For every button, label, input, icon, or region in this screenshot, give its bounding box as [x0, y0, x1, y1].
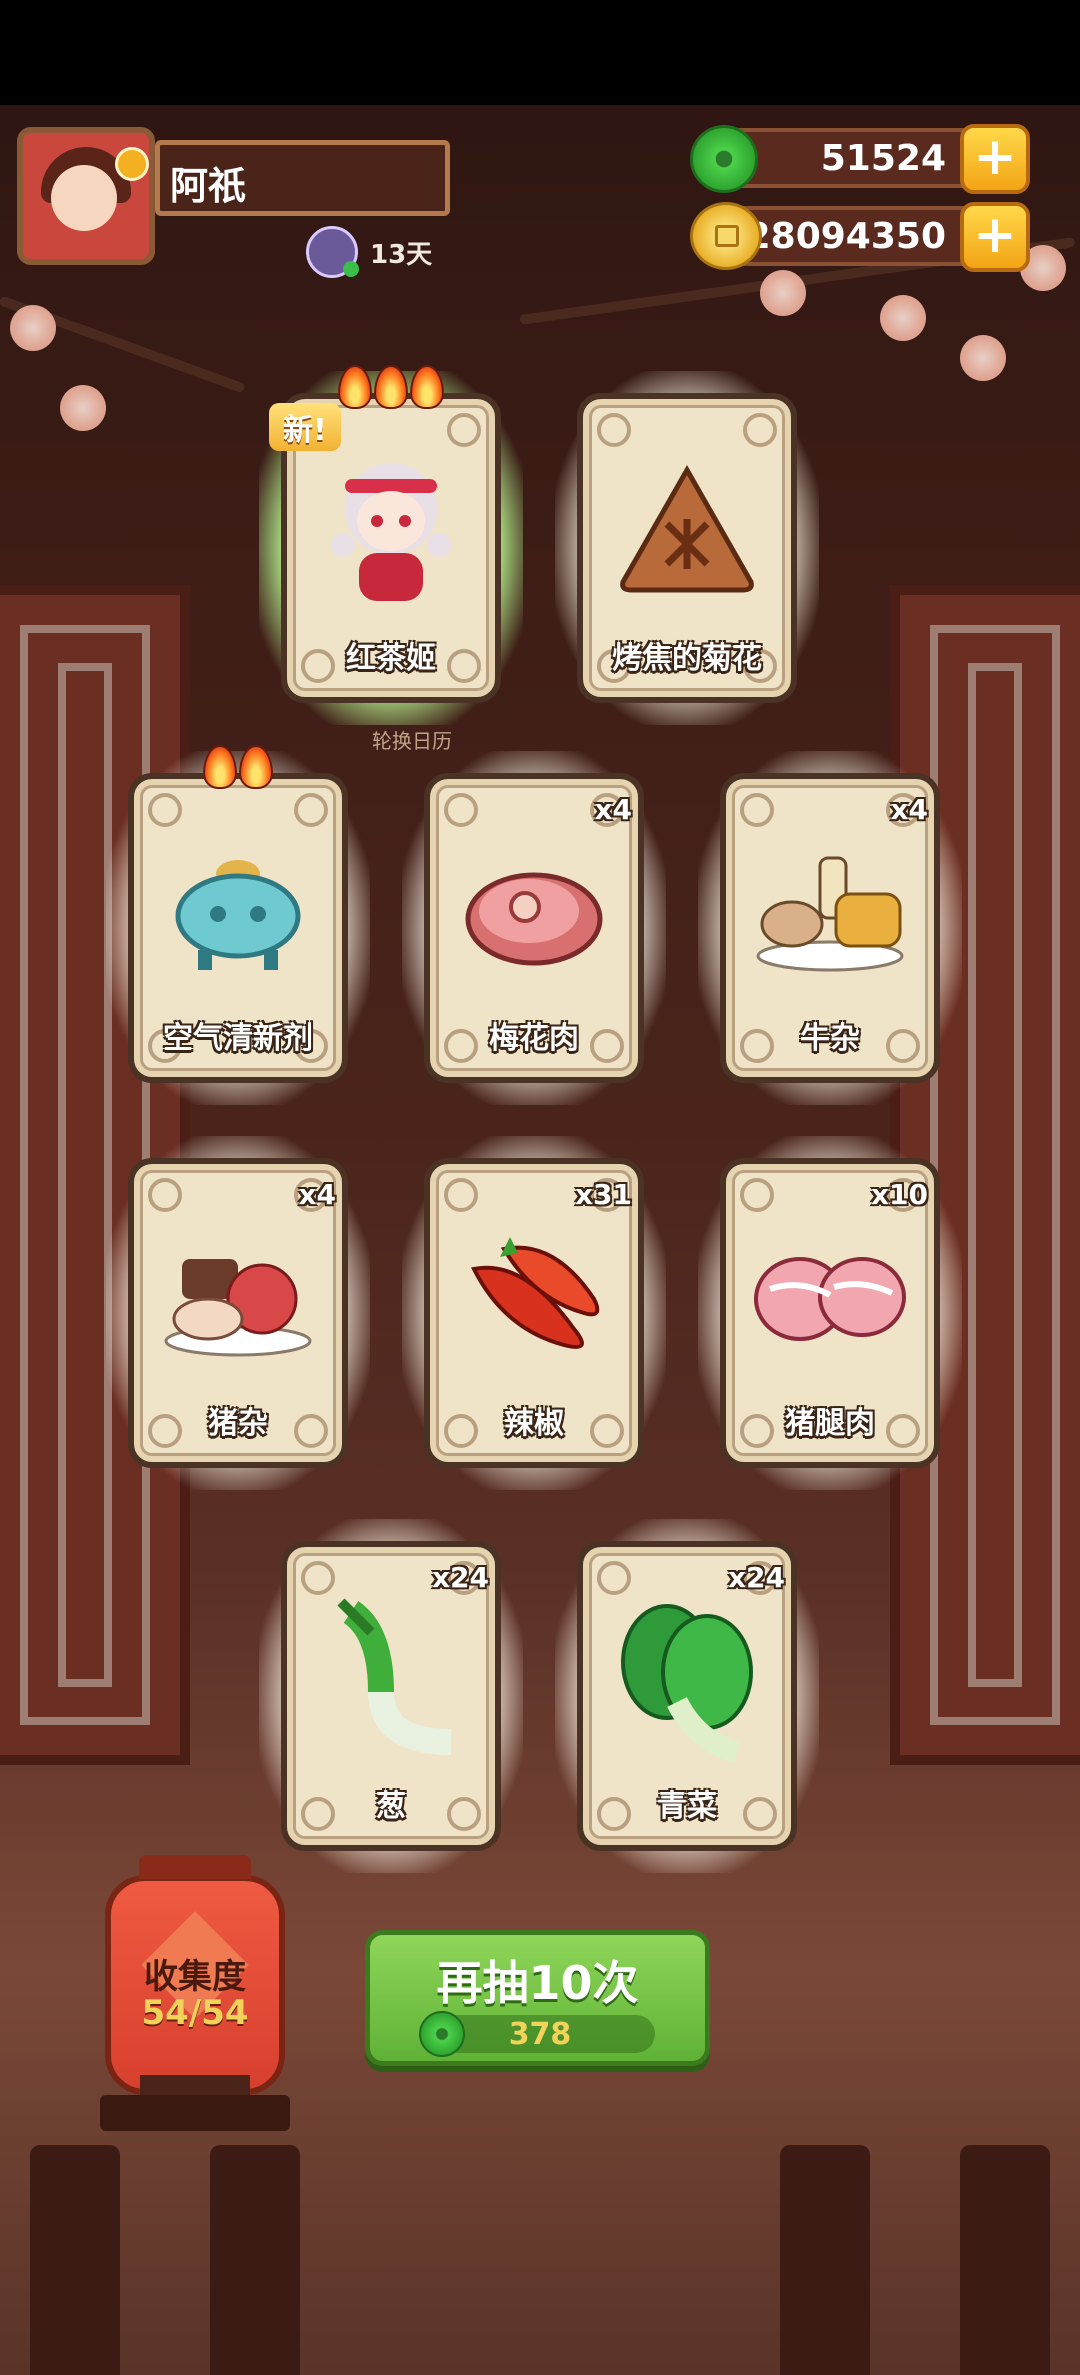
- character-icon: [331, 463, 451, 602]
- status-bar: [0, 0, 1080, 105]
- draw-cost-value: 378: [508, 2017, 572, 2052]
- jade-amount: 51524: [820, 138, 946, 179]
- card-count: x4: [594, 793, 632, 826]
- pork-shoulder-icon: [465, 872, 603, 966]
- card-count: x4: [890, 793, 928, 826]
- reward-card[interactable]: 新! 红茶姬: [259, 365, 523, 725]
- card-label: 烤焦的菊花: [612, 641, 762, 676]
- draw-again-button[interactable]: 再抽10次 378: [365, 1930, 710, 2066]
- card-label: 青菜: [657, 1789, 717, 1824]
- reward-card[interactable]: x31 辣椒: [402, 1136, 666, 1490]
- add-gold-button[interactable]: +: [960, 202, 1030, 272]
- draw-again-label: 再抽10次: [436, 1956, 639, 2010]
- flame-icon: [410, 365, 444, 409]
- bok-choy-icon: [621, 1604, 753, 1763]
- calendar-caption: 轮换日历: [372, 729, 452, 753]
- draw-cost: 378: [419, 2011, 655, 2057]
- card-count: x24: [727, 1561, 785, 1594]
- card-label: 红茶姬: [346, 641, 436, 676]
- player-name-plate: 阿祇: [155, 140, 450, 216]
- reward-card[interactable]: x10 猪腿肉: [698, 1136, 962, 1490]
- beef-offal-icon: [756, 856, 904, 972]
- flame-icon: [338, 365, 372, 409]
- login-days: 13天: [306, 226, 433, 278]
- gold-coin-icon: [690, 202, 762, 270]
- new-badge: 新!: [269, 403, 341, 451]
- flame-icon: [203, 745, 237, 789]
- gold-amount: 28094350: [745, 216, 946, 257]
- flame-icon: [374, 365, 408, 409]
- days-count: 13天: [370, 239, 433, 270]
- blossom-decor: [760, 270, 806, 316]
- card-label: 空气清新剂: [163, 1021, 313, 1056]
- reward-card[interactable]: x24 青菜: [555, 1519, 819, 1873]
- reward-card[interactable]: x4 梅花肉: [402, 751, 666, 1105]
- card-count: x4: [298, 1178, 336, 1211]
- card-label: 牛杂: [800, 1021, 860, 1056]
- railing-post: [30, 2145, 120, 2375]
- pork-offal-icon: [164, 1259, 312, 1357]
- calendar-avatar-icon: [306, 226, 359, 278]
- card-count: x10: [870, 1178, 928, 1211]
- flame-icon: [239, 745, 273, 789]
- chili-icon: [471, 1237, 600, 1350]
- reward-card[interactable]: 空气清新剂: [106, 745, 370, 1105]
- card-label: 辣椒: [504, 1406, 564, 1441]
- card-label: 猪杂: [208, 1406, 268, 1441]
- scallion-icon: [337, 1598, 452, 1756]
- reward-card[interactable]: x4 猪杂: [106, 1136, 370, 1490]
- card-count: x31: [574, 1178, 632, 1211]
- reward-card[interactable]: 烤焦的菊花: [555, 371, 819, 725]
- incense-burner-icon: [175, 860, 301, 971]
- jade-icon: [690, 125, 758, 193]
- collection-title: 收集度: [144, 1957, 246, 1997]
- level-badge-icon: [115, 147, 149, 181]
- railing-post: [210, 2145, 300, 2375]
- rarity-flames: [128, 745, 348, 789]
- collection-lantern[interactable]: 收集度 54/54: [105, 1855, 285, 2115]
- reward-card[interactable]: x24 葱: [259, 1519, 523, 1873]
- railing-post: [960, 2145, 1050, 2375]
- railing-post: [780, 2145, 870, 2375]
- collection-progress: 54/54: [141, 1993, 249, 2033]
- add-jade-button[interactable]: +: [960, 124, 1030, 194]
- blossom-decor: [880, 295, 926, 341]
- card-label: 葱: [376, 1789, 406, 1824]
- player-name: 阿祇: [170, 164, 247, 208]
- lantern-stand: [100, 2075, 290, 2131]
- player-avatar[interactable]: [17, 127, 155, 265]
- card-label: 梅花肉: [489, 1021, 579, 1056]
- blossom-decor: [60, 385, 106, 431]
- burnt-bun-icon: [620, 465, 754, 593]
- pork-leg-icon: [754, 1257, 906, 1342]
- blossom-decor: [10, 305, 56, 351]
- reward-card[interactable]: x4 牛杂: [698, 751, 962, 1105]
- card-count: x24: [431, 1561, 489, 1594]
- card-label: 猪腿肉: [785, 1406, 875, 1441]
- blossom-decor: [960, 335, 1006, 381]
